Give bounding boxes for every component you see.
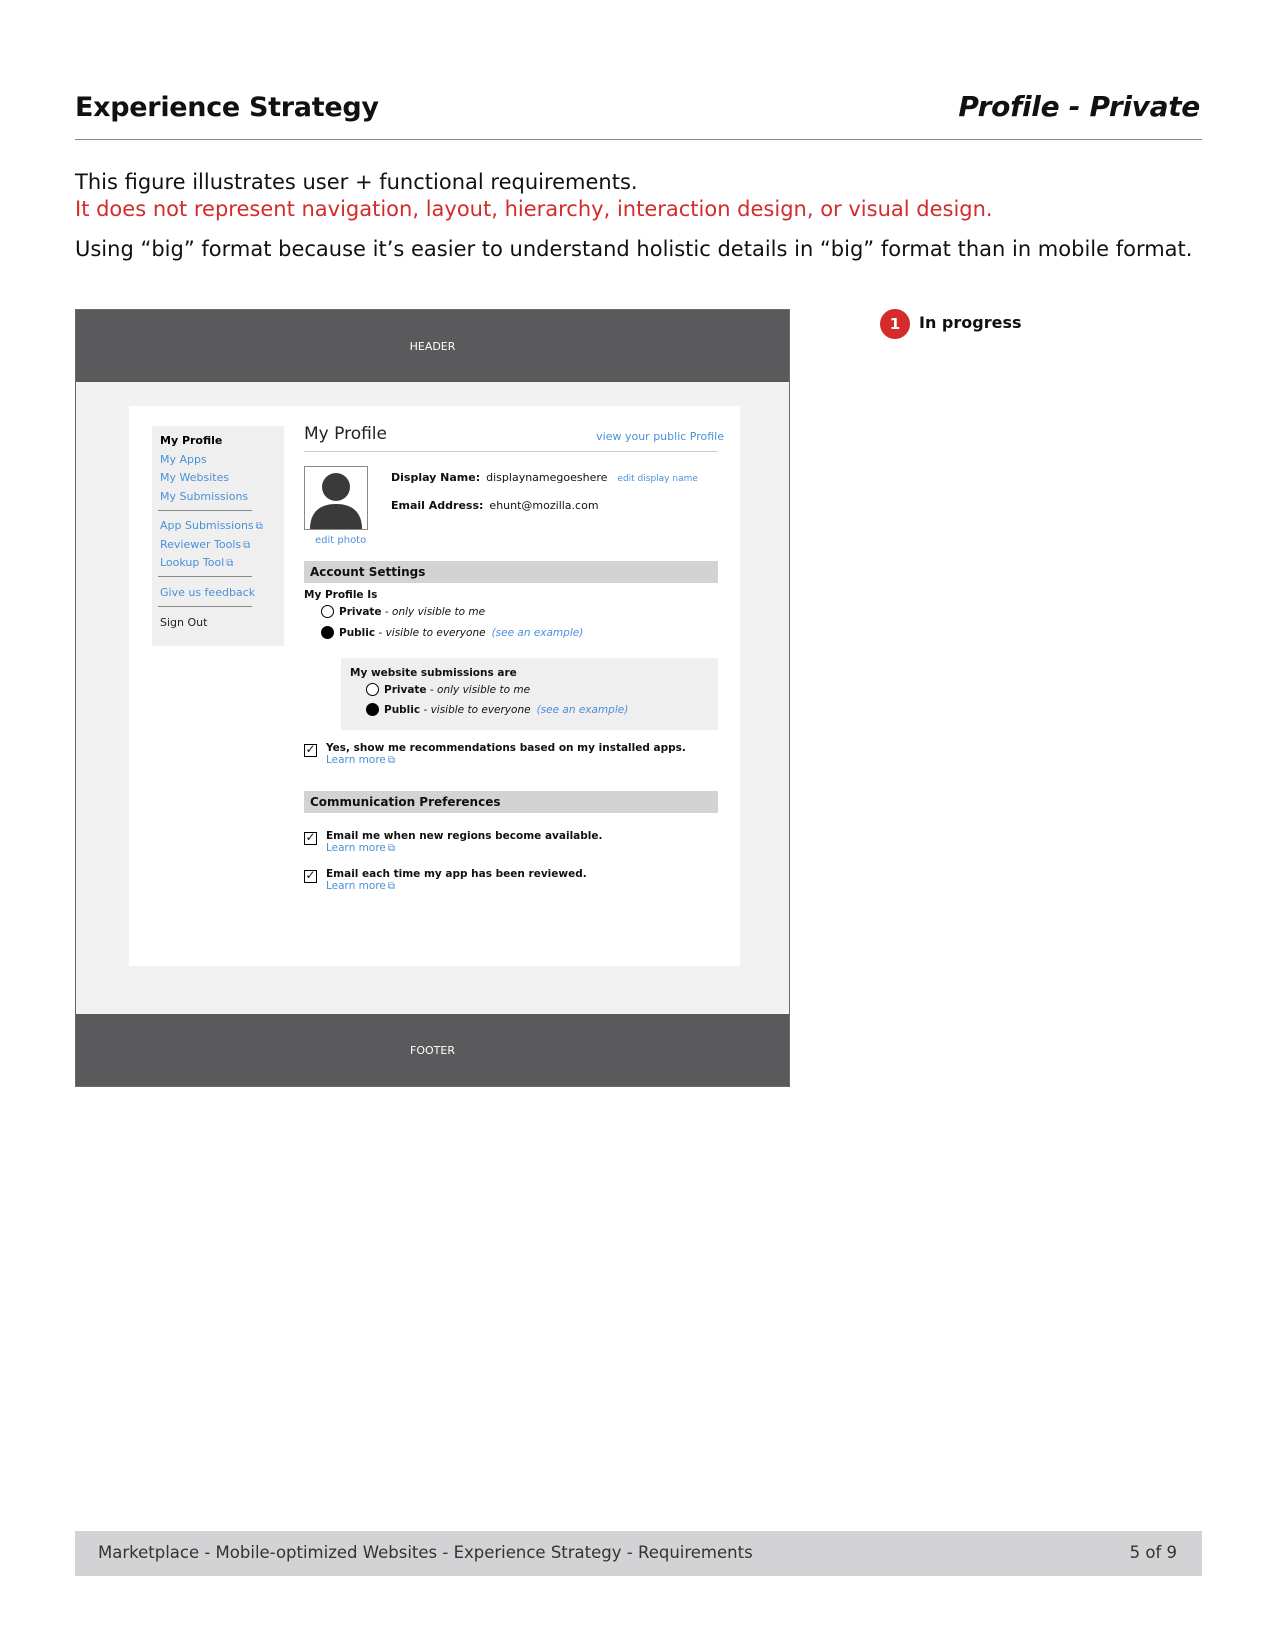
- user-silhouette-icon: [310, 473, 362, 529]
- display-name-row: Display Name: displaynamegoeshere edit dis…: [391, 471, 698, 484]
- checkbox-checked[interactable]: ✓: [304, 869, 317, 883]
- edit-photo-link[interactable]: edit photo: [315, 535, 366, 546]
- option-description: visible to everyone: [430, 703, 531, 716]
- recommendations-text: Yes, show me recommendations based on my…: [326, 742, 686, 754]
- header-divider: [75, 139, 1202, 140]
- learn-more-label: Learn more: [326, 880, 386, 892]
- radio-unselected[interactable]: [321, 605, 334, 618]
- regions-email-text: Email me when new regions become availab…: [326, 830, 603, 842]
- external-link-icon: ⧉: [387, 843, 396, 854]
- learn-more-link[interactable]: Learn more ⧉: [326, 754, 686, 767]
- avatar: [304, 466, 368, 530]
- sidebar-item-label: App Submissions: [160, 519, 254, 532]
- edit-display-name-link[interactable]: edit display name: [617, 474, 697, 484]
- radio-unselected[interactable]: [366, 683, 379, 696]
- external-link-icon: ⧉: [226, 558, 234, 569]
- page-footer: Marketplace - Mobile-optimized Websites …: [75, 1531, 1202, 1576]
- profile-private-option[interactable]: Private - only visible to me: [321, 605, 485, 618]
- sidebar-item-label: Reviewer Tools: [160, 538, 242, 551]
- email-row: Email Address: ehunt@mozilla.com: [391, 499, 599, 512]
- option-label: Private: [339, 605, 382, 618]
- websites-public-option[interactable]: Public - visible to everyone (see an exa…: [366, 703, 628, 716]
- display-name-value: displaynamegoeshere: [486, 471, 608, 484]
- websites-private-option[interactable]: Private - only visible to me: [366, 683, 530, 696]
- profile-main: My Profile view your public Profile edit…: [304, 406, 724, 966]
- account-settings-heading: Account Settings: [304, 561, 718, 583]
- wireframe: HEADER My Profile My Apps My Websites My…: [75, 309, 790, 1087]
- document-title: Experience Strategy: [75, 92, 379, 123]
- profile-card: My Profile My Apps My Websites My Submis…: [129, 406, 740, 966]
- intro-disclaimer: It does not represent navigation, layout…: [75, 197, 993, 221]
- sign-out-link[interactable]: Sign Out: [160, 616, 207, 629]
- review-email-text: Email each time my app has been reviewed…: [326, 868, 587, 880]
- option-description: only visible to me: [437, 683, 531, 696]
- email-label: Email Address:: [391, 499, 484, 512]
- email-value: ehunt@mozilla.com: [489, 499, 599, 512]
- wireframe-header: HEADER: [76, 310, 789, 382]
- sidebar-divider: [158, 606, 252, 607]
- learn-more-label: Learn more: [326, 842, 386, 854]
- external-link-icon: ⧉: [387, 881, 396, 892]
- sidebar-item-app-submissions[interactable]: App Submissions ⧉: [160, 519, 263, 532]
- profile-visibility-label: My Profile Is: [304, 589, 378, 601]
- sidebar-item-my-profile[interactable]: My Profile: [160, 434, 222, 447]
- profile-title: My Profile: [304, 424, 387, 444]
- communication-preferences-heading: Communication Preferences: [304, 791, 718, 813]
- sidebar-item-lookup-tool[interactable]: Lookup Tool ⧉: [160, 556, 233, 569]
- intro-line-1: This figure illustrates user + functiona…: [75, 170, 638, 194]
- external-link-icon: ⧉: [243, 540, 251, 551]
- title-divider: [304, 451, 718, 452]
- sidebar-item-reviewer-tools[interactable]: Reviewer Tools ⧉: [160, 538, 250, 551]
- sidebar-item-label: Lookup Tool: [160, 556, 225, 569]
- status-label: In progress: [919, 313, 1022, 332]
- radio-selected[interactable]: [366, 703, 379, 716]
- status-badge: 1: [880, 309, 910, 339]
- option-label: Public: [339, 626, 376, 639]
- see-example-link[interactable]: (see an example): [537, 704, 629, 716]
- wireframe-footer: FOOTER: [76, 1014, 789, 1086]
- radio-selected[interactable]: [321, 626, 334, 639]
- learn-more-label: Learn more: [326, 754, 386, 766]
- page-label: Profile - Private: [958, 90, 1200, 123]
- profile-public-option[interactable]: Public - visible to everyone (see an exa…: [321, 626, 583, 639]
- option-label: Private: [384, 683, 427, 696]
- recommendations-option[interactable]: ✓ Yes, show me recommendations based on …: [304, 742, 686, 767]
- checkbox-checked[interactable]: ✓: [304, 743, 317, 757]
- display-name-label: Display Name:: [391, 471, 481, 484]
- sidebar: My Profile My Apps My Websites My Submis…: [152, 426, 284, 646]
- sidebar-divider: [158, 510, 252, 511]
- review-email-option[interactable]: ✓ Email each time my app has been review…: [304, 868, 587, 893]
- regions-email-option[interactable]: ✓ Email me when new regions become avail…: [304, 830, 602, 855]
- option-label: Public: [384, 703, 421, 716]
- see-example-link[interactable]: (see an example): [492, 627, 584, 639]
- external-link-icon: ⧉: [255, 521, 263, 532]
- learn-more-link[interactable]: Learn more ⧉: [326, 842, 602, 855]
- sidebar-item-my-apps[interactable]: My Apps: [160, 453, 207, 466]
- external-link-icon: ⧉: [387, 755, 396, 766]
- checkbox-checked[interactable]: ✓: [304, 831, 317, 845]
- intro-line-3: Using “big” format because it’s easier t…: [75, 237, 1193, 261]
- learn-more-link[interactable]: Learn more ⧉: [326, 880, 587, 893]
- option-description: only visible to me: [392, 605, 486, 618]
- page-number: 5 of 9: [1129, 1543, 1177, 1562]
- sidebar-item-feedback[interactable]: Give us feedback: [160, 586, 255, 599]
- website-submissions-box: My website submissions are Private - onl…: [341, 658, 718, 730]
- sidebar-item-my-submissions[interactable]: My Submissions: [160, 490, 248, 503]
- option-description: visible to everyone: [385, 626, 486, 639]
- view-public-profile-link[interactable]: view your public Profile: [596, 430, 724, 443]
- sidebar-item-my-websites[interactable]: My Websites: [160, 471, 229, 484]
- website-submissions-label: My website submissions are: [350, 667, 517, 679]
- footer-text: Marketplace - Mobile-optimized Websites …: [98, 1543, 753, 1562]
- sidebar-divider: [158, 576, 252, 577]
